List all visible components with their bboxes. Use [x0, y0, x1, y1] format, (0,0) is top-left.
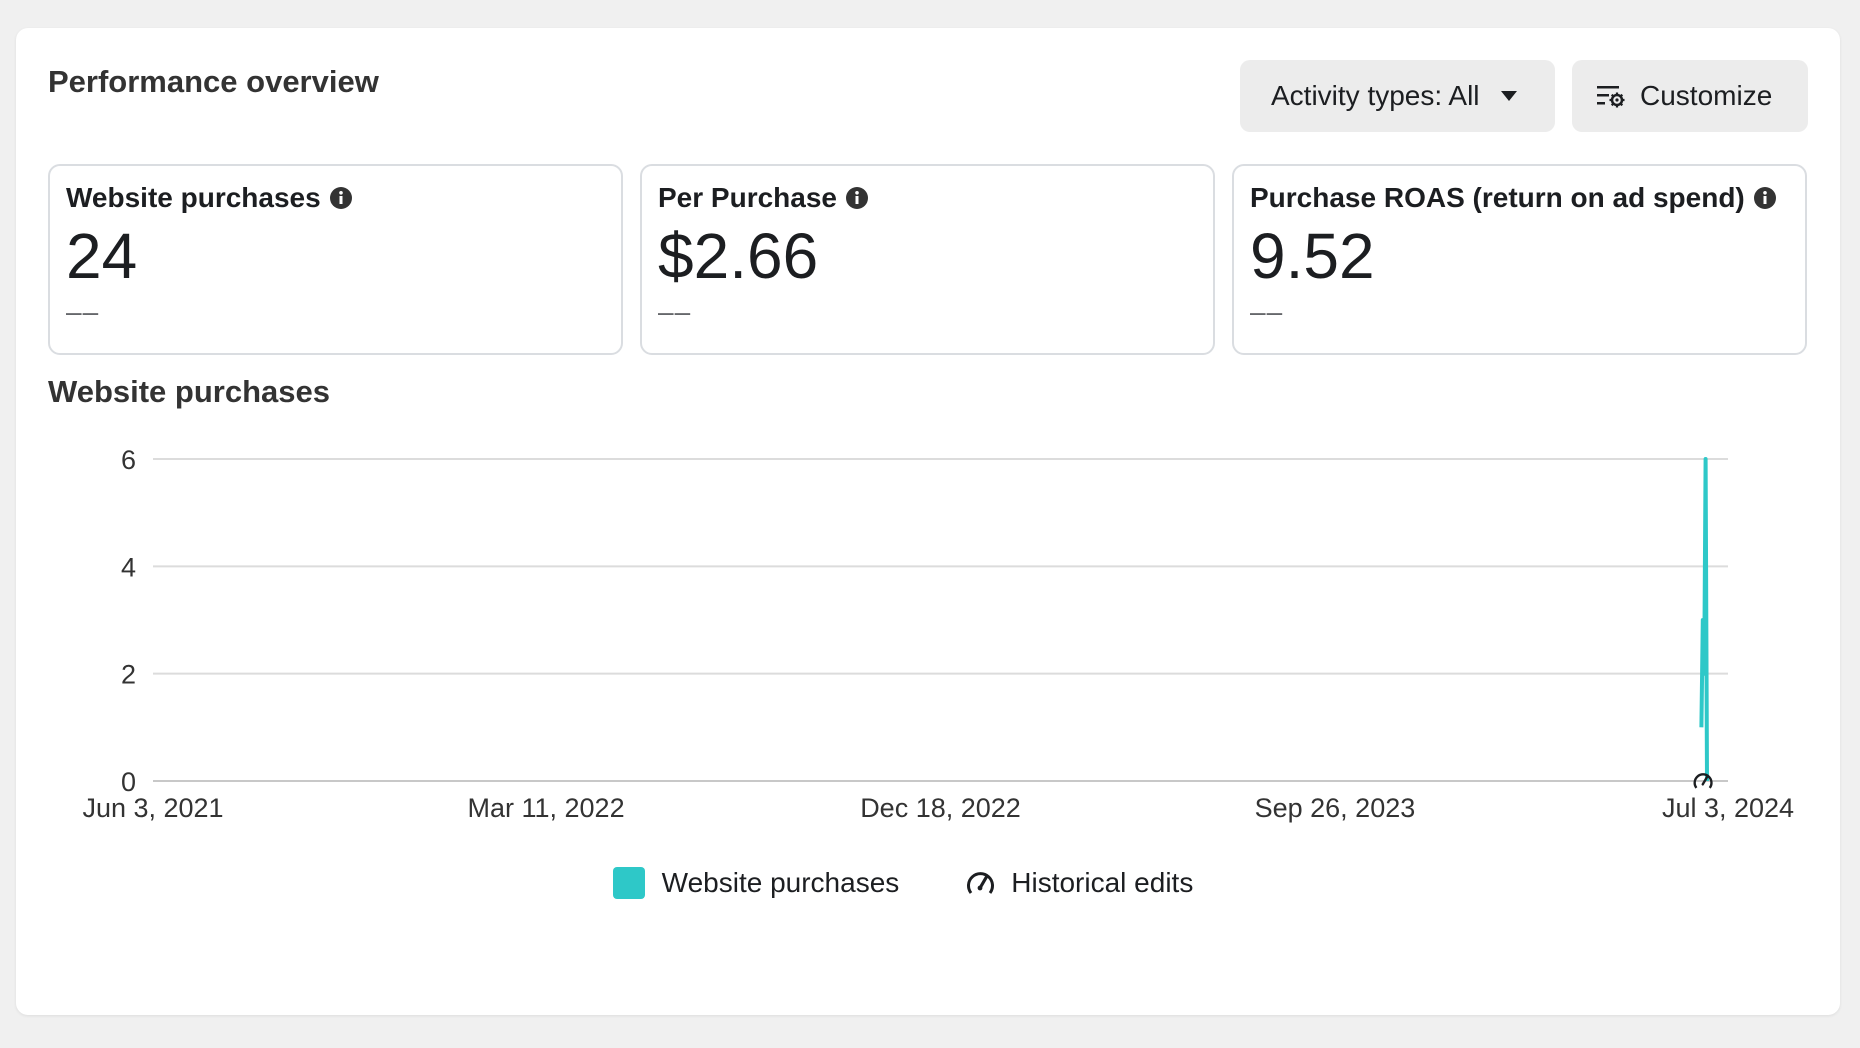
x-tick-label: Jun 3, 2021: [82, 793, 223, 823]
x-tick-label: Mar 11, 2022: [467, 793, 624, 823]
legend-swatch: [612, 867, 645, 899]
legend-label: Website purchases: [661, 867, 900, 898]
x-tick-label: Dec 18, 2022: [860, 793, 1021, 823]
y-tick-label: 6: [121, 445, 136, 475]
y-tick-label: 4: [121, 552, 136, 582]
performance-overview-card: Performance overview Activity types: All…: [16, 28, 1840, 1015]
x-tick-label: Sep 26, 2023: [1255, 793, 1416, 823]
legend-item-historical-edits[interactable]: Historical edits: [963, 866, 1193, 900]
historical-edit-icon: [963, 866, 997, 900]
line-chart: 0246Jun 3, 2021 Mar 11, 2022 Dec 18, 2022 S…: [82, 445, 1794, 823]
legend-item-website-purchases[interactable]: Website purchases: [612, 867, 900, 899]
x-tick-label: Jul 3, 2024: [1662, 793, 1794, 823]
y-tick-label: 2: [121, 660, 136, 690]
chart-legend: Website purchases Historical edits: [16, 866, 1840, 900]
legend-label: Historical edits: [1011, 867, 1194, 898]
series-line: [1699, 457, 1709, 782]
